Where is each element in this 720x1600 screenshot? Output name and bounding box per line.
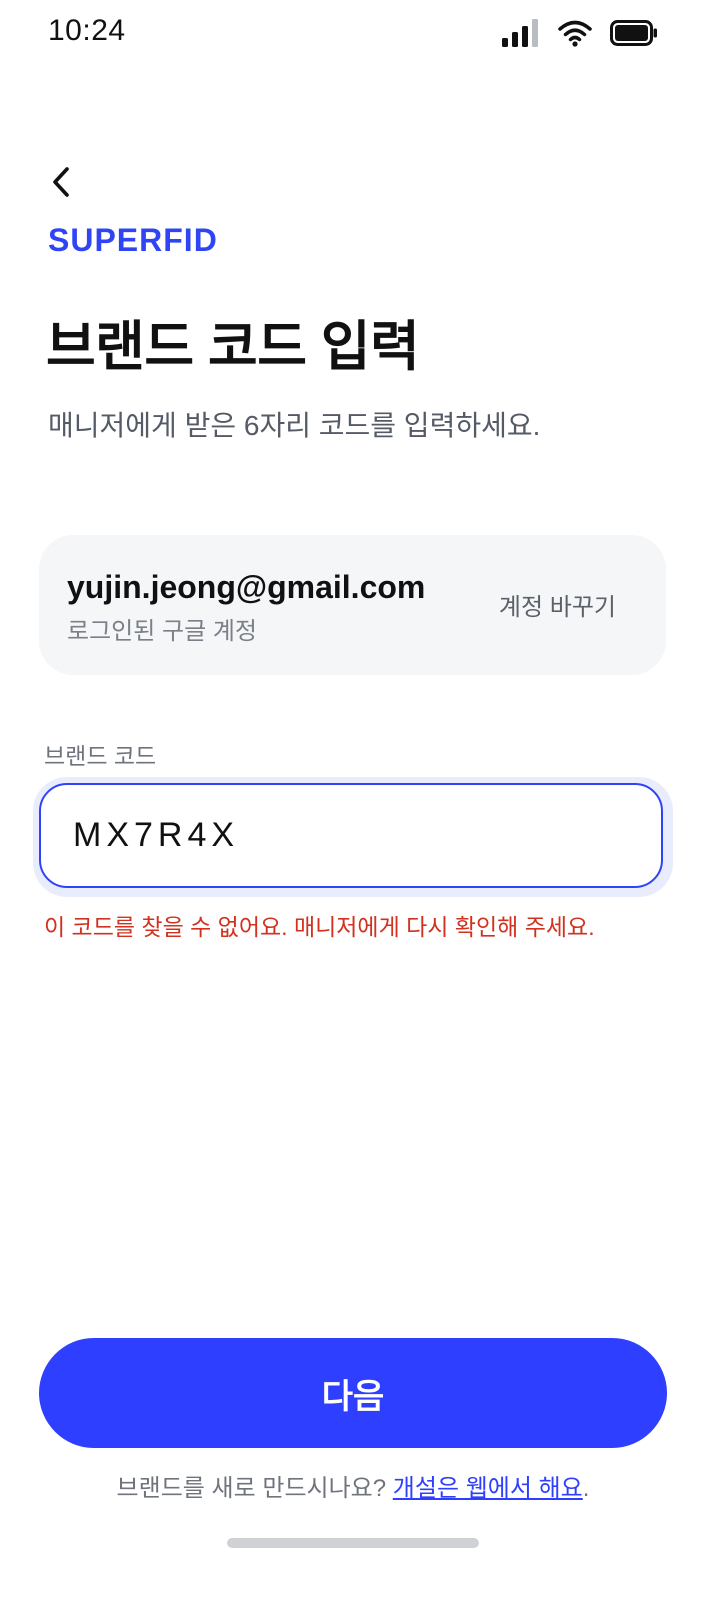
back-button[interactable] — [48, 160, 96, 208]
account-email: yujin.jeong@gmail.com — [67, 569, 426, 605]
battery-icon — [610, 20, 658, 51]
footer-prompt: 브랜드를 새로 만드시나요? — [116, 1475, 393, 1502]
brand-logo: SUPERFID — [48, 222, 218, 258]
status-bar: 10:24 — [0, 0, 720, 70]
chevron-left-icon — [48, 165, 74, 204]
account-card: yujin.jeong@gmail.com 로그인된 구글 계정 계정 바꾸기 — [39, 535, 666, 675]
footer-suffix: . — [582, 1475, 590, 1502]
switch-account-button[interactable]: 계정 바꾸기 — [499, 587, 616, 622]
footer-text: 브랜드를 새로 만드시나요? 개설은 웹에서 해요. — [0, 1468, 706, 1503]
error-message: 이 코드를 찾을 수 없어요. 매니저에게 다시 확인해 주세요. — [44, 914, 595, 940]
next-button[interactable]: 다음 — [39, 1338, 667, 1448]
page-title: 브랜드 코드 입력 — [46, 317, 420, 377]
web-signup-link[interactable]: 개설은 웹에서 해요 — [393, 1475, 583, 1502]
account-caption: 로그인된 구글 계정 — [67, 618, 257, 645]
page-subtitle: 매니저에게 받은 6자리 코드를 입력하세요. — [48, 410, 541, 441]
brand-code-input[interactable] — [39, 783, 663, 888]
wifi-icon — [558, 19, 592, 52]
status-time: 10:24 — [48, 14, 126, 47]
home-indicator — [227, 1538, 479, 1548]
cellular-signal-icon — [502, 18, 540, 53]
brand-code-label: 브랜드 코드 — [44, 743, 157, 769]
brand-code-focus-ring — [33, 777, 673, 897]
status-icons — [502, 18, 658, 53]
